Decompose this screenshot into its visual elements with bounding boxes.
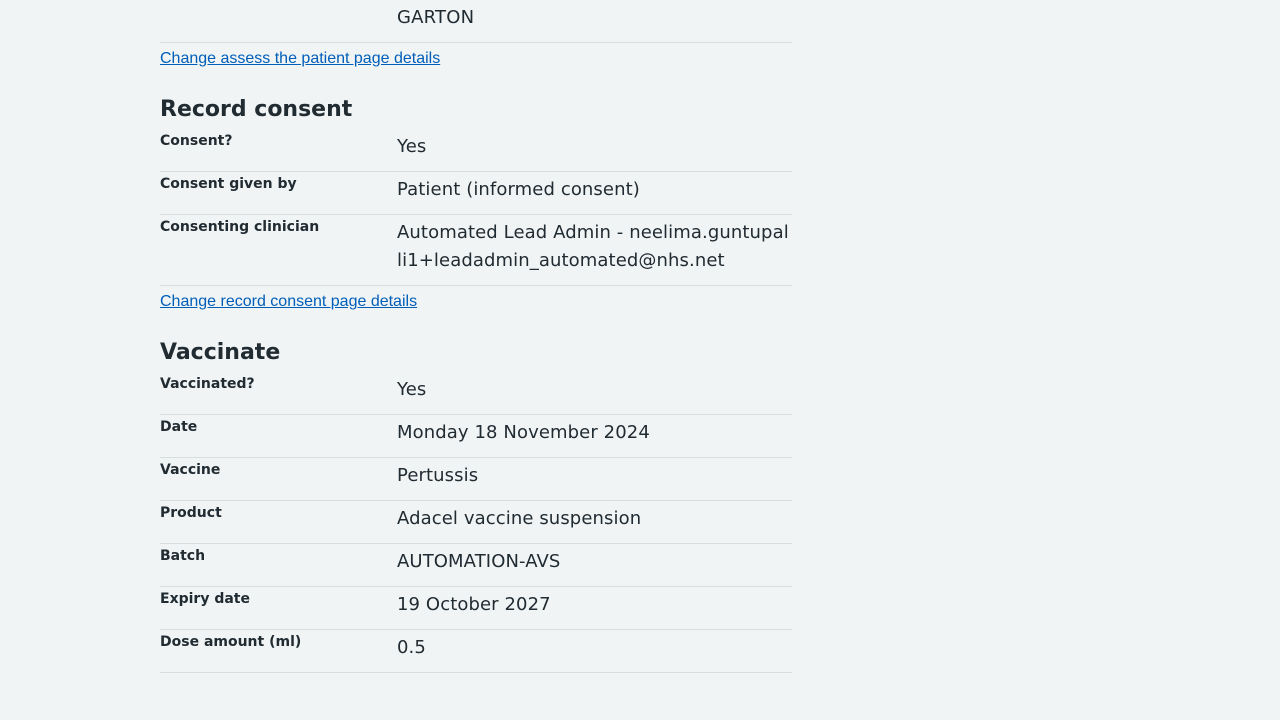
summary-value: Patient (informed consent) bbox=[397, 179, 640, 200]
page: GARTON Change assess the patient page de… bbox=[0, 0, 1280, 720]
summary-row-expiry-date: Expiry date 19 October 2027 bbox=[160, 587, 792, 630]
summary-value: 19 October 2027 bbox=[397, 594, 551, 615]
summary-row-consent: Consent? Yes bbox=[160, 129, 792, 172]
record-consent-heading: Record consent bbox=[160, 97, 353, 122]
summary-key: Dose amount (ml) bbox=[160, 634, 302, 650]
summary-key: Expiry date bbox=[160, 591, 250, 607]
summary-value: AUTOMATION-AVS bbox=[397, 551, 561, 572]
summary-key: Date bbox=[160, 419, 198, 435]
summary-value: Yes bbox=[397, 136, 427, 157]
summary-key: Product bbox=[160, 505, 222, 521]
summary-row-vaccine: Vaccine Pertussis bbox=[160, 458, 792, 501]
summary-key: Vaccine bbox=[160, 462, 221, 478]
summary-value: Adacel vaccine suspension bbox=[397, 508, 642, 529]
summary-key: Consenting clinician bbox=[160, 219, 320, 235]
record-consent-section: Record consent Consent? Yes Consent give… bbox=[160, 96, 792, 312]
summary-value: Monday 18 November 2024 bbox=[397, 422, 650, 443]
summary-row-dose-amount: Dose amount (ml) 0.5 bbox=[160, 630, 792, 673]
vaccinate-heading: Vaccinate bbox=[160, 340, 281, 365]
change-record-consent-link[interactable]: Change record consent page details bbox=[160, 292, 792, 312]
summary-row-vaccinated: Vaccinated? Yes bbox=[160, 372, 792, 415]
summary-key: Batch bbox=[160, 548, 206, 564]
summary-row-product: Product Adacel vaccine suspension bbox=[160, 501, 792, 544]
summary-key: Vaccinated? bbox=[160, 376, 255, 392]
summary-key: Consent? bbox=[160, 133, 233, 149]
change-assess-patient-link[interactable]: Change assess the patient page details bbox=[160, 49, 792, 69]
summary-row-consenting-clinician: Consenting clinician Automated Lead Admi… bbox=[160, 215, 792, 286]
summary-key: Consent given by bbox=[160, 176, 297, 192]
check-answers-container: GARTON Change assess the patient page de… bbox=[160, 0, 792, 673]
summary-value: Pertussis bbox=[397, 465, 479, 486]
vaccinate-section: Vaccinate Vaccinated? Yes Date Monday 18… bbox=[160, 339, 792, 673]
summary-row-consent-given-by: Consent given by Patient (informed conse… bbox=[160, 172, 792, 215]
summary-value: Automated Lead Admin - neelima.guntupall… bbox=[397, 222, 789, 271]
summary-value: GARTON bbox=[397, 7, 475, 28]
summary-value: 0.5 bbox=[397, 637, 426, 658]
summary-row-batch: Batch AUTOMATION-AVS bbox=[160, 544, 792, 587]
summary-row-partial: GARTON bbox=[160, 0, 792, 43]
summary-value: Yes bbox=[397, 379, 427, 400]
summary-row-date: Date Monday 18 November 2024 bbox=[160, 415, 792, 458]
